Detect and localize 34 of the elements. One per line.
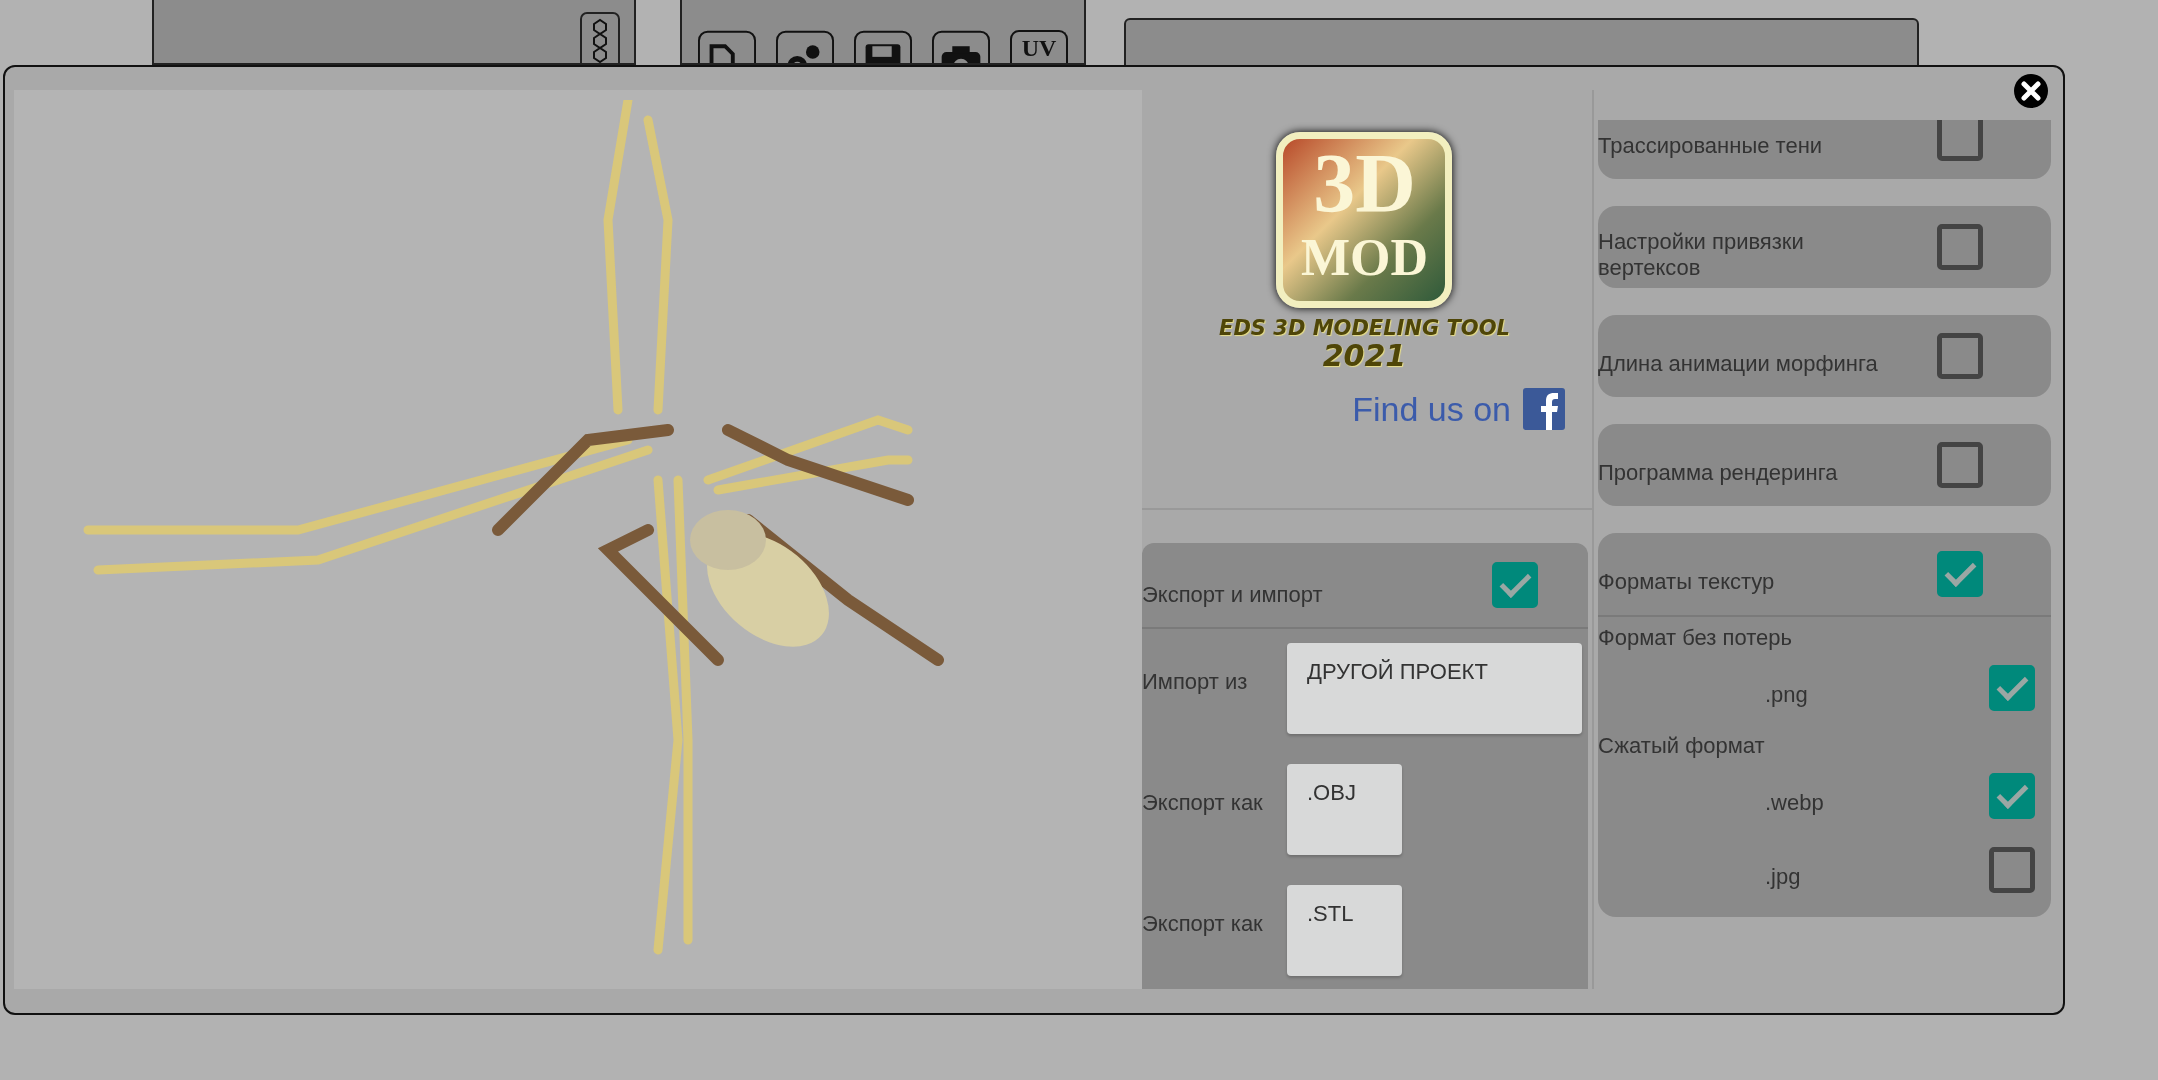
input-field[interactable]: .OBJ: [1287, 764, 1402, 855]
cube-stack-icon[interactable]: [580, 12, 620, 63]
checkbox[interactable]: [1937, 551, 1983, 597]
setting-label: Форматы текстур: [1598, 569, 1775, 595]
checkbox[interactable]: [1989, 665, 2035, 711]
checkbox[interactable]: [1937, 224, 1983, 270]
group-label: Формат без потерь: [1598, 625, 1793, 651]
checkbox[interactable]: [1492, 562, 1538, 608]
close-icon[interactable]: [2013, 73, 2049, 109]
logo-text: 3D: [1313, 139, 1416, 229]
document-icon[interactable]: [698, 30, 756, 63]
option-label: .jpg: [1765, 864, 1802, 890]
checkbox[interactable]: [1989, 847, 2035, 893]
input-field[interactable]: ДРУГОЙ ПРОЕКТ: [1287, 643, 1582, 734]
setting-label: Настройки привязки вертексов: [1598, 229, 1805, 281]
checkbox[interactable]: [1989, 773, 2035, 819]
field-label: Экспорт как: [1142, 789, 1264, 816]
uv-button[interactable]: UV: [1010, 30, 1068, 63]
checkbox[interactable]: [1937, 442, 1983, 488]
logo-year: 2021: [1322, 340, 1407, 372]
input-field[interactable]: .STL: [1287, 885, 1402, 976]
option-label: .png: [1765, 682, 1809, 708]
group-label: Сжатый формат: [1598, 733, 1766, 759]
option-label: .webp: [1765, 790, 1825, 816]
checkbox[interactable]: [1937, 333, 1983, 379]
checkbox[interactable]: [1937, 120, 1983, 161]
field-label: Импорт из: [1142, 668, 1249, 695]
facebook-icon[interactable]: [1523, 388, 1565, 430]
field-label: Экспорт как: [1142, 910, 1264, 937]
setting-label: Программа рендеринга: [1598, 460, 1838, 486]
logo-subtitle: EDS 3D MODELING TOOL: [1219, 316, 1510, 340]
setting-label: Длина анимации морфинга: [1598, 351, 1878, 377]
section-label: Экспорт и импорт: [1142, 582, 1323, 608]
setting-label: Трассированные тени: [1598, 133, 1823, 159]
